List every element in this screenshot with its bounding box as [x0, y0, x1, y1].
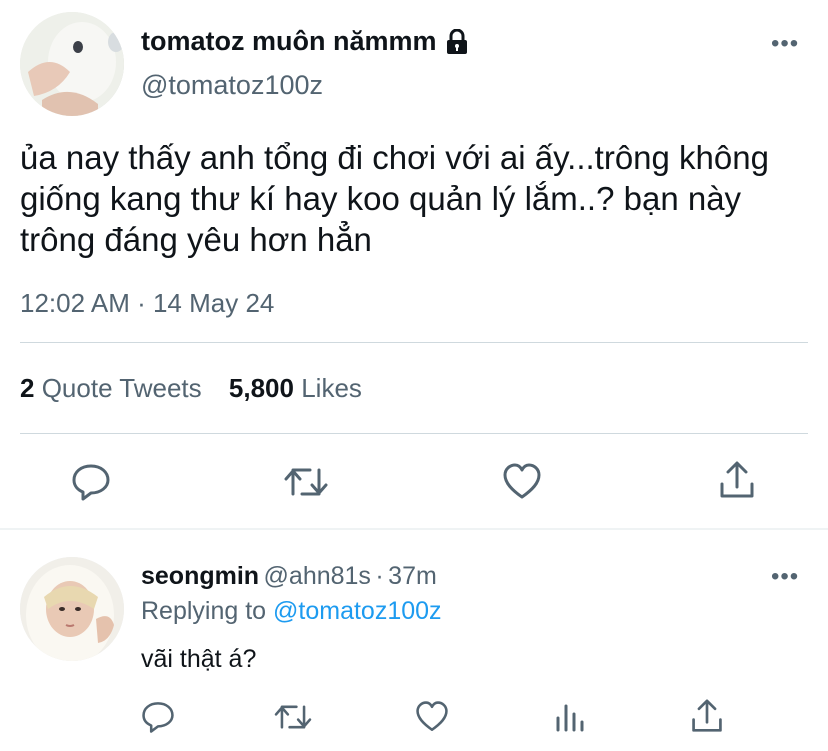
reply-icon[interactable]: [71, 462, 111, 502]
author-display-name[interactable]: tomatoz muôn nămmm: [141, 26, 437, 57]
tweet-text: ủa nay thấy anh tổng đi chơi với ai ấy..…: [20, 139, 769, 258]
reply-icon[interactable]: [141, 700, 175, 734]
retweet-icon[interactable]: [274, 700, 312, 734]
share-icon[interactable]: [718, 460, 756, 500]
more-options-button[interactable]: •••: [771, 30, 799, 58]
section-divider: [0, 528, 828, 530]
reply-handle[interactable]: @ahn81s: [264, 562, 371, 590]
author-handle[interactable]: @tomatoz100z: [141, 70, 323, 101]
retweet-icon[interactable]: [284, 462, 328, 502]
divider: [20, 433, 808, 434]
meta-separator: ·: [375, 562, 384, 590]
reply-display-name[interactable]: seongmin: [141, 562, 259, 590]
replying-to-label: Replying to: [141, 597, 267, 625]
analytics-icon[interactable]: [553, 700, 587, 734]
likes-count: 5,800: [228, 373, 294, 403]
reply-author-avatar[interactable]: [20, 557, 124, 661]
lock-icon: [445, 28, 469, 55]
quote-tweets-count: 2: [20, 373, 35, 403]
reply-time[interactable]: 37m: [388, 562, 437, 590]
reply-text: vãi thật á?: [141, 645, 257, 673]
replying-to-link[interactable]: @tomatoz100z: [273, 597, 442, 625]
divider: [20, 342, 808, 343]
like-icon[interactable]: [502, 462, 542, 502]
share-icon[interactable]: [690, 698, 724, 734]
likes-stat[interactable]: 5,800 Likes: [229, 373, 362, 403]
likes-label: Likes: [301, 373, 362, 403]
quote-tweets-label: Quote Tweets: [41, 373, 202, 403]
reply-more-options-button[interactable]: •••: [771, 563, 799, 591]
tweet-timestamp[interactable]: 12:02 AM · 14 May 24: [20, 288, 274, 319]
author-avatar[interactable]: [20, 12, 124, 116]
quote-tweets-stat[interactable]: 2 Quote Tweets: [20, 373, 209, 403]
like-icon[interactable]: [415, 700, 449, 734]
